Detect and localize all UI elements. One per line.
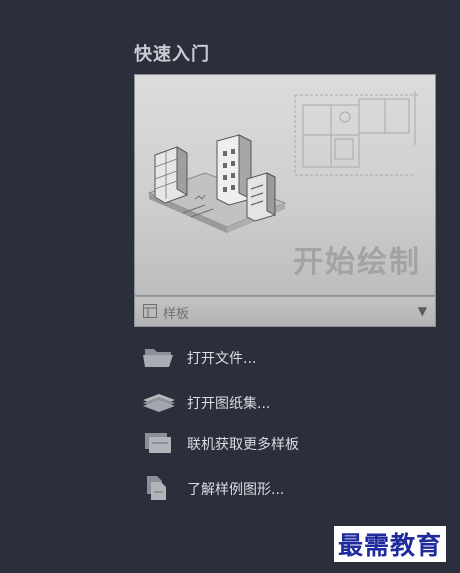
online-templates-label: 联机获取更多样板 <box>187 437 299 453</box>
open-file-action[interactable]: 打开文件... <box>141 343 401 371</box>
online-templates-action[interactable]: 联机获取更多样板 <box>141 429 401 457</box>
section-title: 快速入门 <box>134 44 210 65</box>
open-file-label: 打开文件... <box>187 351 257 367</box>
online-templates-icon <box>145 433 171 453</box>
chevron-down-icon[interactable]: ▼ <box>418 304 427 318</box>
open-sheet-set-action[interactable]: 打开图纸集... <box>141 388 401 416</box>
open-sheet-set-label: 打开图纸集... <box>187 396 271 412</box>
sample-drawings-icon <box>147 476 166 500</box>
watermark-text: 最需教育 <box>334 526 447 562</box>
start-drawing-label: 开始绘制 <box>293 245 421 280</box>
start-drawing-card[interactable]: 开始绘制 <box>134 74 436 296</box>
folder-open-icon <box>143 349 173 367</box>
sheet-set-icon <box>143 394 175 412</box>
sample-drawings-action[interactable]: 了解样例图形... <box>141 474 401 502</box>
template-icon <box>143 304 157 318</box>
sample-drawings-label: 了解样例图形... <box>187 482 285 498</box>
template-dropdown[interactable]: 样板 ▼ <box>134 296 436 327</box>
template-label: 样板 <box>163 307 190 322</box>
